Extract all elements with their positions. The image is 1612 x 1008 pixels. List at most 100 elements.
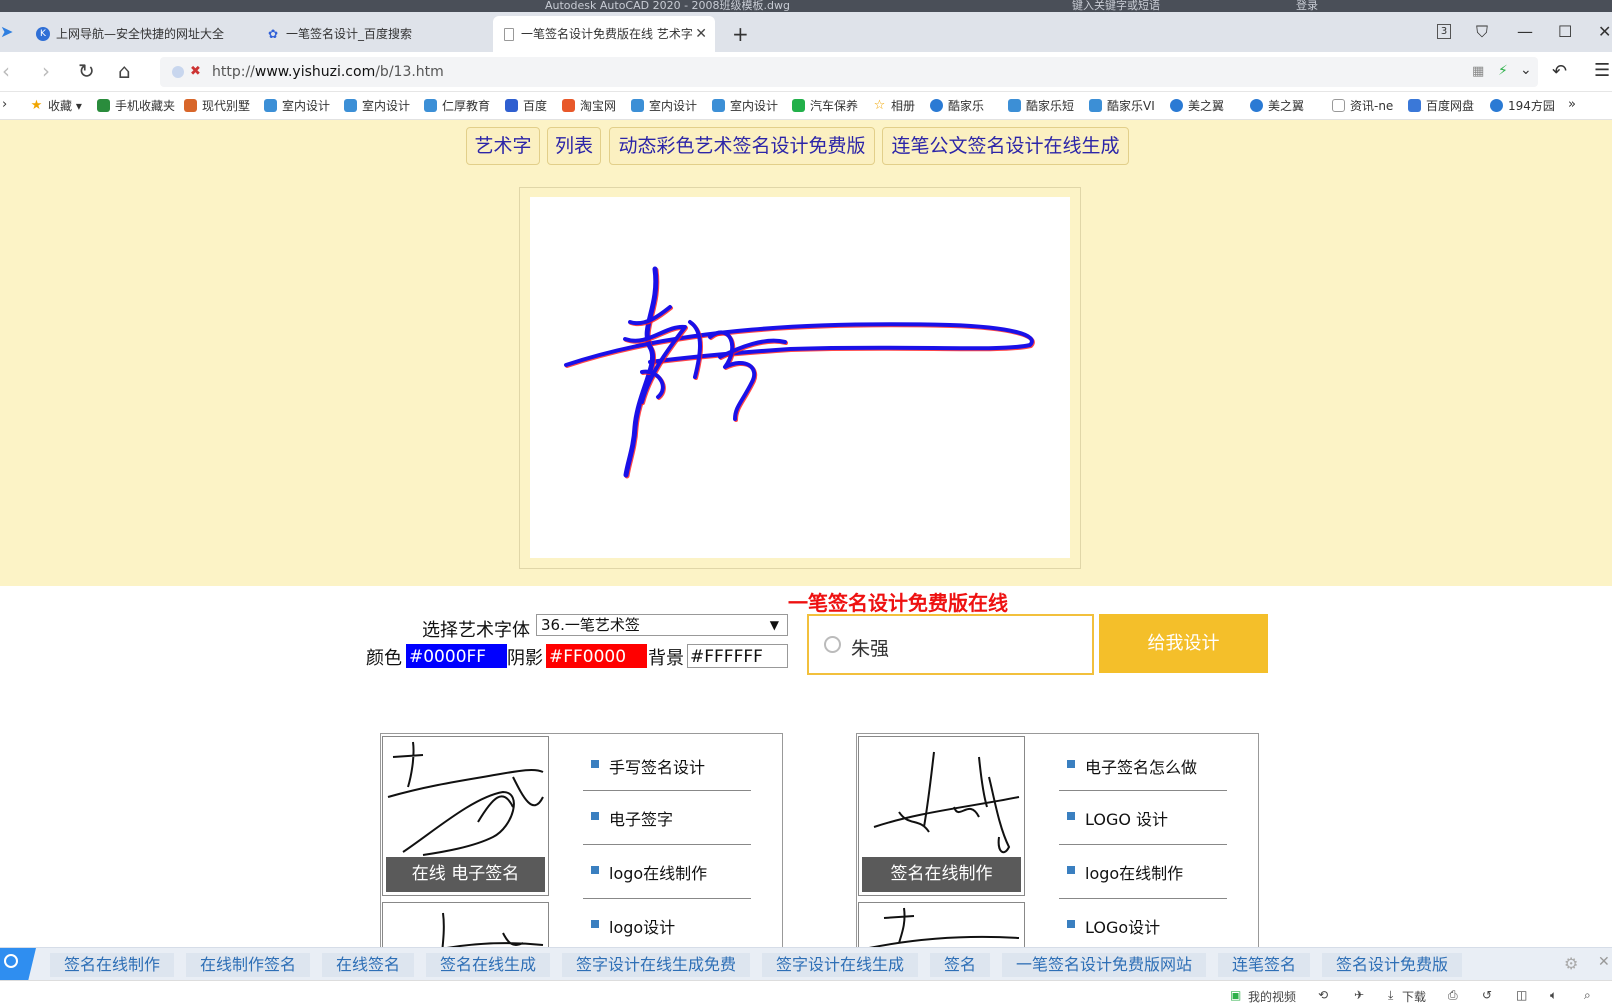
download-link[interactable]: 下载 xyxy=(1402,988,1426,1005)
related-link[interactable]: LOGO 设计 xyxy=(1067,806,1168,830)
bookmarks-toggle-icon[interactable]: › xyxy=(2,97,7,112)
bookmark-label: 百度 xyxy=(523,99,548,113)
keyword-chip[interactable]: 连笔签名 xyxy=(1218,953,1311,977)
bookmark-label: 美之翼 xyxy=(1188,99,1225,113)
related-link[interactable]: 电子签名怎么做 xyxy=(1067,754,1197,778)
menu-icon[interactable]: ☰ xyxy=(1594,60,1610,81)
tab-yishuzi[interactable]: 一笔签名设计免费版在线 艺术字 ✕ xyxy=(493,16,715,52)
bookmark-favorites[interactable]: ★ 收藏 ▾ xyxy=(30,98,82,114)
bookmark-item[interactable]: 室内设计 xyxy=(344,98,410,114)
shadow-input[interactable]: #FF0000 xyxy=(546,644,647,668)
os-search-box[interactable]: 键入关键字或短语 xyxy=(1072,0,1160,12)
bookmark-label: 收藏 xyxy=(48,99,73,113)
close-window-icon[interactable]: ✕ xyxy=(1598,24,1611,40)
keyword-chip[interactable]: 签字设计在线生成 xyxy=(762,953,919,977)
tab-label: 上网导航—安全快捷的网址大全 xyxy=(56,27,225,41)
related-link[interactable]: logo设计 xyxy=(591,914,675,938)
window-icon[interactable]: ◫ xyxy=(1516,988,1527,1002)
nav-link-list[interactable]: 列表 xyxy=(547,127,601,165)
sync-icon[interactable]: ↺ xyxy=(1482,988,1492,1002)
zoom-icon[interactable]: ⌕ xyxy=(1584,988,1591,1003)
bookmark-item[interactable]: 百度 xyxy=(505,98,547,114)
qr-icon[interactable]: ▦ xyxy=(1472,64,1484,79)
phone-icon xyxy=(97,99,110,112)
bookmark-item[interactable]: 室内设计 xyxy=(712,98,778,114)
related-link[interactable]: LOGo设计 xyxy=(1067,914,1160,938)
maximize-icon[interactable]: ☐ xyxy=(1558,24,1572,40)
bookmark-label: 室内设计 xyxy=(282,99,331,113)
bookmark-item[interactable]: 酷家乐VI xyxy=(1089,98,1155,114)
name-input[interactable]: 朱强 xyxy=(807,614,1094,675)
home-icon[interactable]: ⌂ xyxy=(118,61,131,81)
audio-muted-icon[interactable]: ✖ xyxy=(190,64,201,79)
my-videos-link[interactable]: 我的视频 xyxy=(1248,988,1296,1005)
forward-icon[interactable]: › xyxy=(42,61,50,81)
k-icon: K xyxy=(36,27,50,41)
bookmark-item[interactable]: 酷家乐 xyxy=(930,98,984,114)
os-login[interactable]: 登录 xyxy=(1296,0,1318,12)
design-button[interactable]: 给我设计 xyxy=(1099,614,1268,673)
url-bar[interactable]: ✖ http://www.yishuzi.com/b/13.htm ▦ ⚡ ⌄ xyxy=(160,57,1538,87)
font-select[interactable]: 36.一笔艺术签 ▼ xyxy=(536,614,788,636)
tab-navigation[interactable]: K 上网导航—安全快捷的网址大全 xyxy=(28,16,250,52)
signature-thumbnail[interactable] xyxy=(858,902,1025,947)
bookmark-item[interactable]: 汽车保养 xyxy=(792,98,858,114)
shirt-icon[interactable]: ⛉ xyxy=(1476,24,1488,40)
gear-icon[interactable]: ⚙ xyxy=(1564,954,1578,973)
signature-thumbnail[interactable]: 签名在线制作 xyxy=(858,736,1025,896)
url-text[interactable]: http://www.yishuzi.com/b/13.htm xyxy=(212,64,444,80)
keyword-chip[interactable]: 签名在线生成 xyxy=(426,953,551,977)
bookmark-item[interactable]: 美之翼 xyxy=(1170,98,1224,114)
minimize-icon[interactable]: — xyxy=(1517,24,1533,40)
bookmark-item[interactable]: 现代别墅 xyxy=(184,98,250,114)
speedup-icon[interactable]: ⟲ xyxy=(1318,988,1328,1002)
related-link[interactable]: logo在线制作 xyxy=(1067,860,1183,884)
keyword-chip[interactable]: 一笔签名设计免费版网站 xyxy=(1002,953,1207,977)
dropdown-chevron-icon[interactable]: ⌄ xyxy=(1520,62,1532,78)
close-icon[interactable]: ✕ xyxy=(1598,954,1610,970)
bookmark-item[interactable]: 百度网盘 xyxy=(1408,98,1474,114)
signature-preview-frame xyxy=(519,187,1081,569)
bookmark-item[interactable]: 194方园 xyxy=(1490,98,1555,114)
bookmark-item[interactable]: 淘宝网 xyxy=(562,98,616,114)
keyword-chip[interactable]: 在线制作签名 xyxy=(186,953,311,977)
related-link[interactable]: 手写签名设计 xyxy=(591,754,705,778)
signature-thumbnail[interactable] xyxy=(382,902,549,947)
rocket-icon[interactable]: ✈ xyxy=(1354,988,1364,1002)
undo-icon[interactable]: ↶ xyxy=(1552,61,1567,82)
nav-link-dynamic-sign[interactable]: 动态彩色艺术签名设计免费版 xyxy=(609,127,875,165)
keyword-chip[interactable]: 签名在线制作 xyxy=(50,953,175,977)
background-input[interactable]: #FFFFFF xyxy=(687,644,788,668)
signature-thumbnail[interactable]: 在线 电子签名 xyxy=(382,736,549,896)
reload-icon[interactable]: ↻ xyxy=(78,61,95,81)
bookmark-item[interactable]: 室内设计 xyxy=(631,98,697,114)
bookmark-item[interactable]: 室内设计 xyxy=(264,98,330,114)
bookmark-item[interactable]: ☆ 相册 xyxy=(873,98,915,114)
nav-link-lianbi-sign[interactable]: 连笔公文签名设计在线生成 xyxy=(882,127,1129,165)
new-tab-icon[interactable]: + xyxy=(732,22,749,46)
related-link[interactable]: logo在线制作 xyxy=(591,860,707,884)
keyword-chip[interactable]: 签名 xyxy=(930,953,991,977)
bookmark-item[interactable]: 资讯-ne xyxy=(1332,98,1393,114)
color-input[interactable]: #0000FF xyxy=(406,644,507,668)
close-tab-icon[interactable]: ✕ xyxy=(695,16,707,52)
tab-count-badge[interactable]: 3 xyxy=(1437,24,1451,39)
bookmark-item[interactable]: 美之翼 xyxy=(1250,98,1304,114)
print-icon[interactable]: ⎙ xyxy=(1448,988,1458,1003)
address-row: ‹ › ↻ ⌂ ✖ http://www.yishuzi.com/b/13.ht… xyxy=(0,52,1612,92)
tab-baidu-search[interactable]: ✿ 一笔签名设计_百度搜索 xyxy=(258,16,480,52)
divider xyxy=(583,790,751,791)
volume-icon[interactable]: 🔈︎ xyxy=(1550,988,1557,1003)
related-link[interactable]: 电子签字 xyxy=(591,806,673,830)
keyword-chip[interactable]: 在线签名 xyxy=(322,953,415,977)
bookmark-item[interactable]: 手机收藏夹 xyxy=(97,98,175,114)
bookmark-item[interactable]: 酷家乐短 xyxy=(1008,98,1074,114)
nav-link-yishuzi[interactable]: 艺术字 xyxy=(466,127,540,165)
keyword-chip[interactable]: 签名设计免费版 xyxy=(1322,953,1463,977)
keyword-chip[interactable]: 签字设计在线生成免费 xyxy=(562,953,751,977)
lightning-icon[interactable]: ⚡ xyxy=(1498,63,1508,79)
back-icon[interactable]: ‹ xyxy=(2,61,10,81)
bookmarks-more[interactable]: » xyxy=(1568,97,1576,112)
kujiale-icon xyxy=(264,99,277,112)
bookmark-item[interactable]: 仁厚教育 xyxy=(424,98,490,114)
